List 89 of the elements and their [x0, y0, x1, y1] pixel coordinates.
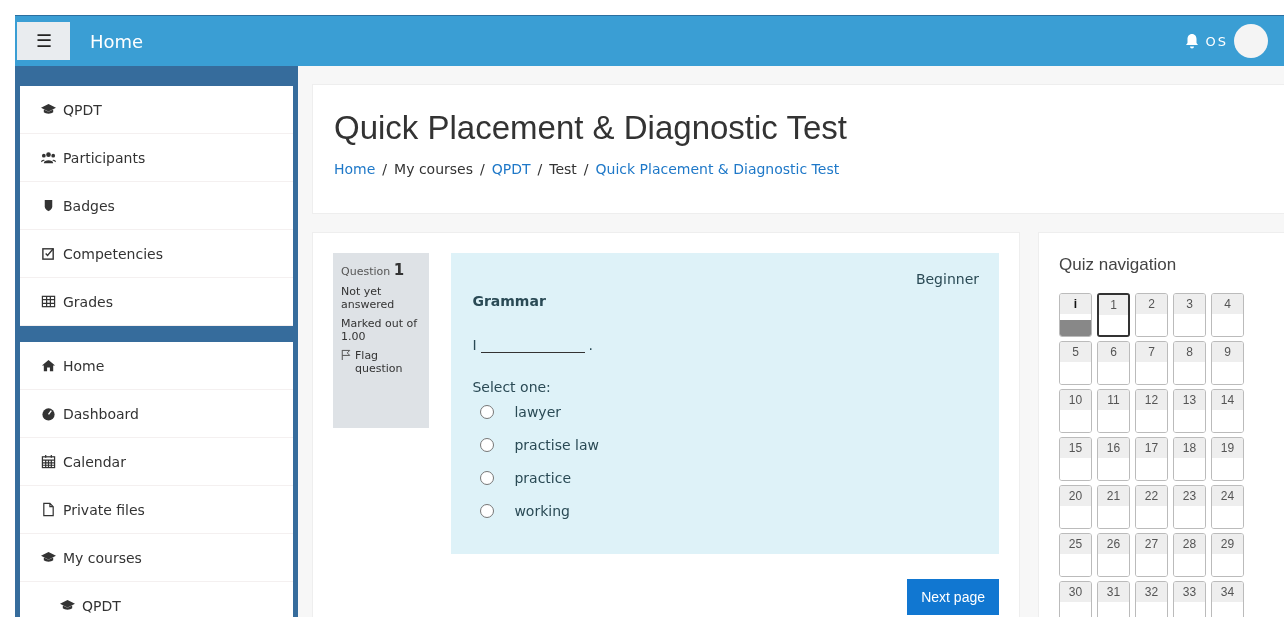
question-nav-button[interactable]: 12: [1135, 389, 1168, 433]
flag-question-link[interactable]: Flag question: [341, 349, 426, 375]
graduation-cap-icon: [41, 550, 56, 565]
question-nav-button[interactable]: 16: [1097, 437, 1130, 481]
question-nav-button[interactable]: 15: [1059, 437, 1092, 481]
question-nav-button[interactable]: 32: [1135, 581, 1168, 617]
question-nav-button[interactable]: i: [1059, 293, 1092, 337]
sidebar-item[interactable]: Dashboard: [20, 390, 293, 438]
sidebar-item[interactable]: Home: [20, 342, 293, 390]
dashboard-icon: [41, 406, 56, 421]
sidebar-item[interactable]: Private files: [20, 486, 293, 534]
question-nav-button[interactable]: 17: [1135, 437, 1168, 481]
question-nav-button[interactable]: 10: [1059, 389, 1092, 433]
radio-button[interactable]: [480, 437, 495, 452]
question-nav-button[interactable]: 19: [1211, 437, 1244, 481]
breadcrumb-item: My courses: [394, 161, 473, 177]
question-nav-button[interactable]: 21: [1097, 485, 1130, 529]
breadcrumb-item: Test: [549, 161, 577, 177]
prompt-text: .: [588, 337, 593, 353]
file-icon: [41, 502, 56, 517]
breadcrumb-separator: /: [382, 161, 388, 177]
calendar-icon: [41, 454, 56, 469]
sidebar-item[interactable]: QPDT: [20, 582, 293, 617]
sidebar-item[interactable]: My courses: [20, 534, 293, 582]
home-icon: [41, 358, 56, 373]
question-nav-button[interactable]: 31: [1097, 581, 1130, 617]
question-nav-button[interactable]: 14: [1211, 389, 1244, 433]
checkbox-icon: [41, 246, 56, 261]
question-nav-button[interactable]: 5: [1059, 341, 1092, 385]
question-nav-button[interactable]: 3: [1173, 293, 1206, 337]
question-nav-button[interactable]: 23: [1173, 485, 1206, 529]
question-nav-button[interactable]: 29: [1211, 533, 1244, 577]
users-icon: [41, 150, 56, 165]
question-nav-button[interactable]: 13: [1173, 389, 1206, 433]
question-nav-button[interactable]: 6: [1097, 341, 1130, 385]
question-nav-button[interactable]: 7: [1135, 341, 1168, 385]
question-nav-button[interactable]: 30: [1059, 581, 1092, 617]
radio-button[interactable]: [480, 503, 495, 518]
question-nav-button[interactable]: 26: [1097, 533, 1130, 577]
avatar-placeholder[interactable]: [1234, 24, 1268, 58]
page-title: Quick Placement & Diagnostic Test: [334, 109, 848, 147]
question-nav-button[interactable]: 22: [1135, 485, 1168, 529]
question-nav-button[interactable]: 9: [1211, 341, 1244, 385]
breadcrumb-link[interactable]: Quick Placement & Diagnostic Test: [595, 161, 840, 177]
graduation-cap-icon: [41, 102, 56, 117]
question-nav-button[interactable]: 34: [1211, 581, 1244, 617]
question-nav-button[interactable]: 33: [1173, 581, 1206, 617]
prompt-text: I: [472, 337, 477, 353]
question-nav-button[interactable]: 8: [1173, 341, 1206, 385]
answer-option[interactable]: working: [514, 502, 570, 519]
menu-button[interactable]: ☰: [17, 22, 70, 60]
question-nav-button[interactable]: 20: [1059, 485, 1092, 529]
question-status: Not yet answered: [341, 285, 396, 311]
question-heading: Grammar: [472, 293, 547, 309]
sidebar-item[interactable]: Competencies: [20, 230, 293, 278]
question-nav-button[interactable]: 11: [1097, 389, 1130, 433]
breadcrumb-link[interactable]: QPDT: [491, 161, 531, 177]
question-nav-button[interactable]: 28: [1173, 533, 1206, 577]
breadcrumb-link[interactable]: Home: [334, 161, 376, 177]
question-marks: Marked out of 1.00: [341, 317, 419, 343]
question-nav-button[interactable]: 1: [1097, 293, 1130, 337]
question-nav-button[interactable]: 25: [1059, 533, 1092, 577]
question-nav-button[interactable]: 18: [1173, 437, 1206, 481]
question-category: Beginner: [915, 271, 979, 287]
notification-bell-icon[interactable]: [1183, 33, 1200, 49]
graduation-cap-icon: [60, 598, 75, 613]
next-page-button[interactable]: Next page: [907, 579, 999, 615]
sidebar-item[interactable]: Participants: [20, 134, 293, 182]
question-nav-button[interactable]: 24: [1211, 485, 1244, 529]
sidebar-item[interactable]: QPDT: [20, 86, 293, 134]
flag-icon: [341, 349, 351, 361]
question-nav-button[interactable]: 27: [1135, 533, 1168, 577]
sidebar-item[interactable]: Grades: [20, 278, 293, 326]
answer-option[interactable]: practise law: [514, 436, 599, 453]
quiz-navigation-title: Quiz navigation: [1059, 255, 1178, 275]
select-one-label: Select one:: [472, 379, 552, 395]
table-icon: [41, 294, 56, 309]
breadcrumb-separator: /: [537, 161, 543, 177]
radio-button[interactable]: [480, 470, 495, 485]
question-number: Question 1: [341, 261, 406, 279]
breadcrumb-separator: /: [583, 161, 589, 177]
sidebar-item[interactable]: Badges: [20, 182, 293, 230]
answer-option[interactable]: practice: [514, 469, 572, 486]
answer-option[interactable]: lawyer: [514, 403, 561, 420]
breadcrumb-separator: /: [480, 161, 485, 177]
question-nav-button[interactable]: 2: [1135, 293, 1168, 337]
question-nav-button[interactable]: 4: [1211, 293, 1244, 337]
radio-button[interactable]: [480, 404, 495, 419]
sidebar-item[interactable]: Calendar: [20, 438, 293, 486]
